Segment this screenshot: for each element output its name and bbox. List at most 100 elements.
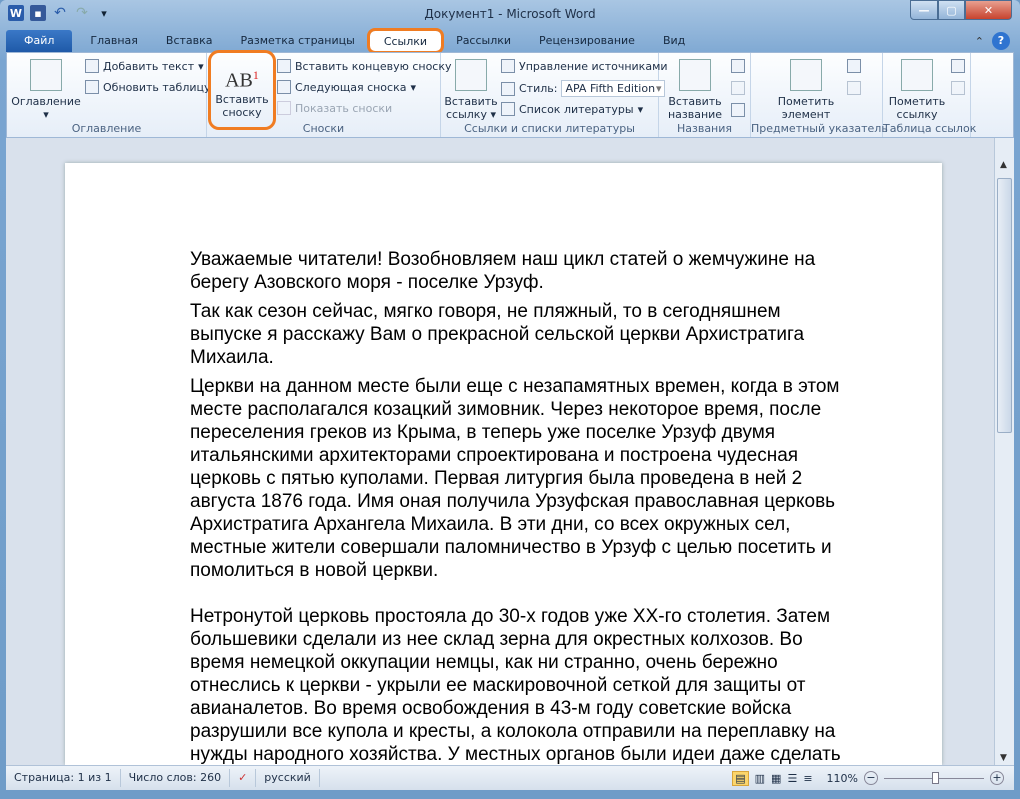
update-table-figures-icon[interactable] xyxy=(731,81,745,95)
language[interactable]: русский xyxy=(256,769,320,787)
paragraph[interactable]: Уважаемые читатели! Возобновляем наш цик… xyxy=(190,248,890,294)
group-toa: Пометить ссылку Таблица ссылок xyxy=(883,53,977,137)
insert-toa-icon[interactable] xyxy=(951,59,965,73)
tab-home[interactable]: Главная xyxy=(76,30,152,52)
tab-review[interactable]: Рецензирование xyxy=(525,30,649,52)
group-label-footnotes: Сноски xyxy=(302,122,345,135)
text-line: время немецкой оккупации немцы, как ни с… xyxy=(190,652,778,673)
style-dropdown[interactable]: APA Fifth Edition ▾ xyxy=(561,80,666,97)
tab-page-layout[interactable]: Разметка страницы xyxy=(227,30,369,52)
document-text[interactable]: Уважаемые читатели! Возобновляем наш цик… xyxy=(190,248,890,766)
paragraph[interactable]: Церкви на данном месте были еще с незапа… xyxy=(190,375,890,582)
tab-view[interactable]: Вид xyxy=(649,30,699,52)
show-notes-button[interactable]: Показать сноски xyxy=(277,101,392,115)
toc-button[interactable]: Оглавление ▾ xyxy=(11,59,81,121)
title-bar: W ▪ ↶ ↷ ▾ Документ1 - Microsoft Word — ▢… xyxy=(0,0,1020,28)
proofing-icon[interactable]: ✓ xyxy=(230,769,257,787)
tab-references[interactable]: Ссылки xyxy=(366,28,445,54)
text-line: августа 1876 года. Имя оная получила Урз… xyxy=(190,491,836,512)
group-label-toc: Оглавление xyxy=(71,122,142,135)
group-footnotes: AB1 Вставить сноску Вставить концевую сно… xyxy=(207,50,452,141)
text-line: отнеслись к церкви - укрыли ее маскирово… xyxy=(190,675,806,696)
scroll-up-arrow[interactable]: ▲ xyxy=(1000,160,1007,170)
text-line: берегу Азовского моря - поселке Урзуф. xyxy=(190,272,544,293)
insert-footnote-button[interactable]: AB1 Вставить сноску xyxy=(208,50,276,130)
text-line: большевики сделали из нее склад зерна дл… xyxy=(190,629,803,650)
group-label-citations: Ссылки и списки литературы xyxy=(464,122,635,135)
insert-caption-button[interactable]: Вставить название xyxy=(665,59,725,121)
group-label-index: Предметный указатель xyxy=(751,122,888,135)
full-screen-reading-icon[interactable]: ▥ xyxy=(755,772,765,785)
zoom-out-button[interactable]: − xyxy=(864,771,878,785)
vertical-scrollbar[interactable]: ▲ ▼ xyxy=(994,138,1014,765)
mark-entry-label-1: Пометить xyxy=(777,95,835,108)
update-table-label: Обновить таблицу xyxy=(103,80,211,94)
mark-entry-label-2: элемент xyxy=(781,108,831,121)
document-area: Уважаемые читатели! Возобновляем наш цик… xyxy=(6,138,994,765)
update-index-icon[interactable] xyxy=(847,81,861,95)
text-line: церковь с пятью куполами. Первая литурги… xyxy=(190,468,803,489)
tab-mailings[interactable]: Рассылки xyxy=(442,30,525,52)
scrollbar-thumb[interactable] xyxy=(997,178,1012,433)
show-notes-icon xyxy=(277,101,291,115)
insert-footnote-label-1: Вставить xyxy=(215,93,269,106)
update-table-icon xyxy=(85,80,99,94)
document-page[interactable]: Уважаемые читатели! Возобновляем наш цик… xyxy=(65,163,942,765)
web-layout-icon[interactable]: ▦ xyxy=(771,772,781,785)
next-footnote-icon xyxy=(277,80,291,94)
draft-view-icon[interactable]: ≡ xyxy=(803,772,812,785)
help-icon[interactable]: ? xyxy=(992,32,1010,50)
add-text-icon xyxy=(85,59,99,73)
style-icon xyxy=(501,81,515,96)
manage-sources-button[interactable]: Управление источниками xyxy=(501,59,668,73)
mark-citation-label-1: Пометить xyxy=(888,95,946,108)
insert-endnote-button[interactable]: Вставить концевую сноску xyxy=(277,59,452,73)
bibliography-icon xyxy=(501,102,515,116)
ribbon: Оглавление ▾ Добавить текст ▾ Обновить та… xyxy=(6,50,1014,141)
dropdown-icon: ▾ xyxy=(43,108,49,121)
zoom-slider[interactable] xyxy=(884,771,984,784)
text-line: выпуске я расскажу Вам о прекрасной сель… xyxy=(190,324,805,345)
text-line: нужды народного хозяйства. У местных орг… xyxy=(190,744,841,765)
mark-citation-label-2: ссылку xyxy=(896,108,938,121)
scroll-down-arrow[interactable]: ▼ xyxy=(1000,753,1007,763)
maximize-button[interactable]: ▢ xyxy=(938,0,965,20)
minimize-button[interactable]: — xyxy=(910,0,938,20)
bibliography-button[interactable]: Список литературы ▾ xyxy=(501,102,643,116)
zoom-slider-thumb[interactable] xyxy=(931,771,939,784)
ribbon-tabs: Файл Главная Вставка Разметка страницы С… xyxy=(6,28,1014,54)
insert-citation-label-2: ссылку xyxy=(446,108,487,121)
insert-table-of-figures-icon[interactable] xyxy=(731,59,745,73)
word-count[interactable]: Число слов: 260 xyxy=(121,769,231,787)
outline-view-icon[interactable]: ☰ xyxy=(787,772,797,785)
text-line: месте располагался козацкий зимовник. Че… xyxy=(190,399,822,420)
print-layout-view-icon[interactable]: ▤ xyxy=(732,770,749,786)
group-citations: Вставить ссылку ▾ Управление источниками … xyxy=(441,53,668,137)
page-count[interactable]: Страница: 1 из 1 xyxy=(6,769,121,787)
tab-insert[interactable]: Вставка xyxy=(152,30,227,52)
update-table-button[interactable]: Обновить таблицу xyxy=(85,80,211,94)
next-footnote-label: Следующая сноска xyxy=(295,80,407,94)
zoom-level[interactable]: 110% xyxy=(827,772,858,785)
paragraph[interactable]: Нетронутой церковь простояла до 30-х год… xyxy=(190,605,890,766)
close-button[interactable]: ✕ xyxy=(965,0,1012,20)
next-footnote-button[interactable]: Следующая сноска ▾ xyxy=(277,80,416,94)
endnote-label: Вставить концевую сноску xyxy=(295,59,452,73)
insert-caption-icon xyxy=(679,59,711,91)
add-text-button[interactable]: Добавить текст ▾ xyxy=(85,59,204,73)
insert-index-icon[interactable] xyxy=(847,59,861,73)
zoom-in-button[interactable]: + xyxy=(990,771,1004,785)
status-bar: Страница: 1 из 1 Число слов: 260 ✓ русск… xyxy=(6,765,1014,790)
text-line: Так как сезон сейчас, мягко говоря, не п… xyxy=(190,301,781,322)
paragraph[interactable]: Так как сезон сейчас, мягко говоря, не п… xyxy=(190,300,890,369)
text-line: Архистратига Архангела Михаила. В эти дн… xyxy=(190,514,791,535)
update-toa-icon[interactable] xyxy=(951,81,965,95)
minimize-ribbon-icon[interactable]: ⌃ xyxy=(975,35,984,48)
cross-reference-icon[interactable] xyxy=(731,103,745,117)
text-line: Нетронутой церковь простояла до 30-х год… xyxy=(190,606,831,627)
mark-entry-button[interactable]: Пометить элемент xyxy=(771,59,841,121)
tab-file[interactable]: Файл xyxy=(6,30,73,52)
mark-citation-button[interactable]: Пометить ссылку xyxy=(887,59,947,121)
group-label-toa: Таблица ссылок xyxy=(883,122,977,135)
insert-citation-button[interactable]: Вставить ссылку ▾ xyxy=(443,59,499,121)
